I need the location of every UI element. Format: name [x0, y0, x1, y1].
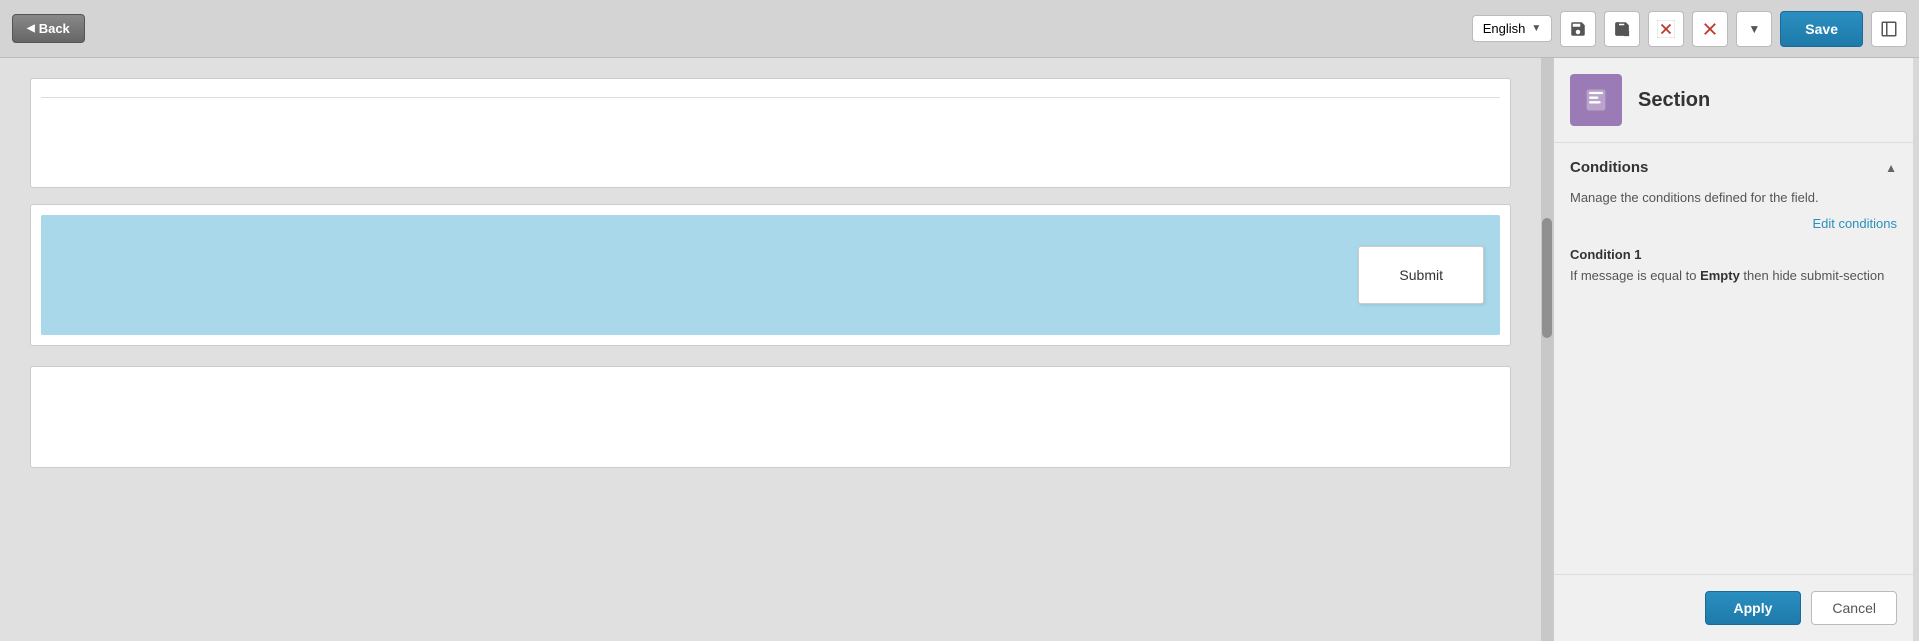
section-block-bottom: [30, 366, 1511, 468]
language-label: English: [1483, 21, 1526, 36]
sidebar-header: Section: [1554, 58, 1913, 143]
floppy-copy-icon: [1613, 20, 1631, 38]
condition-block-1: Condition 1 If message is equal to Empty…: [1570, 247, 1897, 287]
submit-section[interactable]: Submit: [41, 215, 1500, 335]
condition-1-title: Condition 1: [1570, 247, 1897, 262]
main-content: Submit Section Condition: [0, 58, 1919, 641]
save-copy-button[interactable]: [1604, 11, 1640, 47]
submit-outer-section[interactable]: Submit: [30, 204, 1511, 346]
language-dropdown-arrow: ▼: [1531, 23, 1541, 34]
floppy-icon: [1569, 20, 1587, 38]
section-icon: [1582, 86, 1610, 114]
editor-area: Submit: [0, 58, 1541, 641]
conditions-header: Conditions ▲: [1570, 159, 1897, 176]
sidebar-body: Conditions ▲ Manage the conditions defin…: [1554, 143, 1913, 574]
discard-icon: [1657, 20, 1675, 38]
section-block-top: [30, 78, 1511, 188]
section-icon-box: [1570, 74, 1622, 126]
dropdown-icon: ▼: [1748, 22, 1760, 36]
apply-button[interactable]: Apply: [1705, 591, 1802, 625]
condition-text-prefix: If message is equal to: [1570, 268, 1700, 283]
language-selector[interactable]: English ▼: [1472, 15, 1553, 42]
back-button[interactable]: Back: [12, 14, 85, 43]
edit-conditions-link[interactable]: Edit conditions: [1570, 216, 1897, 231]
save-floppy-button[interactable]: [1560, 11, 1596, 47]
right-edge-bar: [1913, 58, 1919, 641]
condition-1-text: If message is equal to Empty then hide s…: [1570, 266, 1897, 287]
conditions-description: Manage the conditions defined for the fi…: [1570, 188, 1897, 208]
section-inner-top: [41, 97, 1500, 177]
discard-button[interactable]: [1648, 11, 1684, 47]
sidebar-footer: Apply Cancel: [1554, 574, 1913, 641]
right-sidebar: Section Conditions ▲ Manage the conditio…: [1553, 58, 1913, 641]
condition-text-bold: Empty: [1700, 268, 1740, 283]
close-button[interactable]: [1692, 11, 1728, 47]
conditions-title: Conditions: [1570, 159, 1648, 176]
layout-icon: [1880, 20, 1898, 38]
submit-button-preview: Submit: [1358, 246, 1484, 304]
close-icon: [1701, 20, 1719, 38]
collapse-conditions-button[interactable]: ▲: [1885, 161, 1897, 175]
sidebar-section-title: Section: [1638, 89, 1710, 112]
scrollbar-track[interactable]: [1541, 58, 1553, 641]
layout-button[interactable]: [1871, 11, 1907, 47]
scrollbar-thumb[interactable]: [1542, 218, 1552, 338]
section-inner-bottom: [41, 377, 1500, 457]
section-divider: [41, 97, 1500, 98]
cancel-button[interactable]: Cancel: [1811, 591, 1897, 625]
more-options-button[interactable]: ▼: [1736, 11, 1772, 47]
toolbar: Back English ▼ ▼ Save: [0, 0, 1919, 58]
condition-text-suffix: then hide submit-section: [1740, 268, 1885, 283]
save-button[interactable]: Save: [1780, 11, 1863, 47]
